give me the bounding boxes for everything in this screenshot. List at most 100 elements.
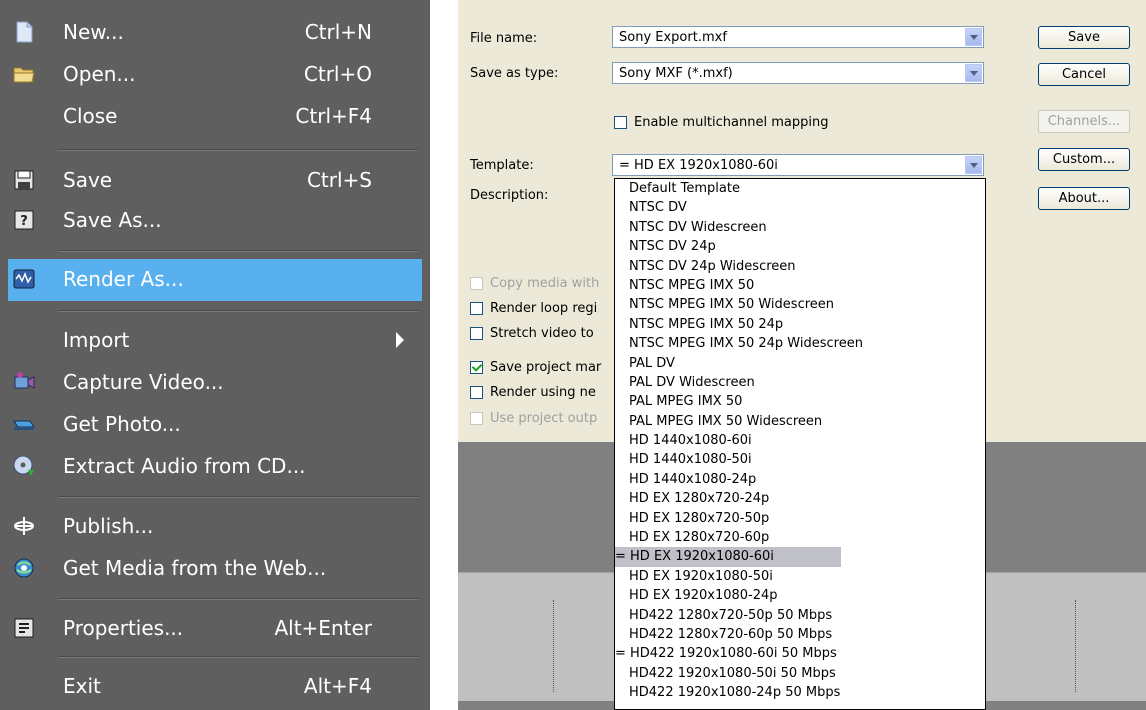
template-option[interactable]: PAL MPEG IMX 50 (615, 392, 985, 411)
template-option[interactable]: HD 1440x1080-60i (615, 431, 985, 450)
cancel-button[interactable]: Cancel (1038, 63, 1130, 86)
save-as-type-select[interactable]: Sony MXF (*.mxf) (612, 62, 984, 84)
menu-item-import[interactable]: Import (8, 320, 422, 362)
template-select[interactable]: = HD EX 1920x1080-60i (612, 154, 984, 176)
render-icon (12, 267, 36, 291)
menu-item-get-media-web[interactable]: Get Media from the Web... (8, 548, 422, 590)
save-button[interactable]: Save (1038, 26, 1130, 49)
option-checkbox[interactable] (470, 412, 483, 425)
option-label: Use project outp (490, 411, 598, 426)
menu-item-label: Save (63, 168, 113, 192)
template-dropdown-list[interactable]: Default Template NTSC DV NTSC DV Widescr… (614, 178, 986, 710)
menu-separator (58, 496, 418, 498)
svg-text:?: ? (20, 214, 28, 229)
menu-item-extract-audio[interactable]: Extract Audio from CD... (8, 446, 422, 488)
menu-item-label: Capture Video... (63, 370, 224, 394)
timeline-marker (1075, 600, 1076, 692)
template-option[interactable]: HD EX 1280x720-24p (615, 489, 985, 508)
chevron-down-icon[interactable] (965, 156, 982, 174)
template-option[interactable]: HD 1440x1080-24p (615, 470, 985, 489)
menu-shortcut: Ctrl+N (304, 20, 372, 44)
template-option[interactable]: Default Template (615, 179, 985, 198)
template-option[interactable]: HD 1440x1080-50i (615, 450, 985, 469)
floppy-disk-icon (12, 168, 36, 192)
menu-shortcut: Ctrl+F4 (295, 104, 372, 128)
option-label: Save project mar (490, 360, 602, 375)
menu-item-render-as[interactable]: Render As... (8, 259, 422, 301)
option-checkbox[interactable] (470, 327, 483, 340)
option-checkbox[interactable] (470, 277, 483, 290)
template-option[interactable]: NTSC MPEG IMX 50 (615, 276, 985, 295)
description-label: Description: (470, 188, 549, 203)
multichannel-checkbox[interactable] (614, 116, 627, 129)
template-option-selected[interactable]: = HD EX 1920x1080-60i (615, 547, 841, 567)
template-option[interactable]: PAL DV Widescreen (615, 373, 985, 392)
submenu-arrow-icon (396, 332, 404, 348)
menu-item-label: Properties... (63, 616, 184, 640)
menu-item-label: New... (63, 20, 124, 44)
menu-separator (58, 598, 418, 600)
template-option[interactable]: NTSC MPEG IMX 50 24p Widescreen (615, 334, 985, 353)
folder-open-icon (12, 62, 36, 86)
custom-button[interactable]: Custom... (1038, 148, 1130, 171)
menu-item-capture-video[interactable]: Capture Video... (8, 362, 422, 404)
about-button[interactable]: About... (1038, 187, 1130, 210)
template-option[interactable]: NTSC MPEG IMX 50 Widescreen (615, 295, 985, 314)
template-option[interactable]: NTSC MPEG IMX 50 24p (615, 315, 985, 334)
menu-item-open[interactable]: Open... Ctrl+O (8, 54, 422, 96)
chevron-down-icon[interactable] (965, 28, 982, 46)
save-as-icon: ? (12, 208, 36, 232)
menu-shortcut: Alt+Enter (274, 616, 372, 640)
menu-item-exit[interactable]: Exit Alt+F4 (8, 666, 422, 708)
template-option[interactable]: NTSC DV Widescreen (615, 218, 985, 237)
template-option[interactable]: NTSC DV 24p Widescreen (615, 257, 985, 276)
file-name-field[interactable]: Sony Export.mxf (612, 26, 984, 48)
option-checkbox[interactable] (470, 302, 483, 315)
menu-item-label: Import (63, 328, 130, 352)
template-option[interactable]: PAL DV (615, 354, 985, 373)
template-option[interactable]: HD422 1280x720-60p 50 Mbps (615, 625, 985, 644)
option-label: Render using ne (490, 385, 596, 400)
channels-button[interactable]: Channels... (1038, 110, 1130, 133)
template-option[interactable]: HD EX 1920x1080-50i (615, 567, 985, 586)
menu-shortcut: Ctrl+O (303, 62, 372, 86)
timeline-marker (553, 600, 554, 692)
template-option[interactable]: HD422 1920x1080-24p 50 Mbps (615, 683, 985, 702)
menu-shortcut: Alt+F4 (303, 674, 372, 698)
menu-item-save[interactable]: Save Ctrl+S (8, 160, 422, 202)
menu-item-new[interactable]: New... Ctrl+N (8, 12, 422, 54)
menu-item-close[interactable]: Close Ctrl+F4 (8, 96, 422, 138)
menu-item-properties[interactable]: Properties... Alt+Enter (8, 608, 422, 650)
template-option[interactable]: HD EX 1920x1080-24p (615, 586, 985, 605)
properties-icon (12, 616, 36, 640)
template-option[interactable]: HD422 1280x720-50p 50 Mbps (615, 606, 985, 625)
template-option[interactable]: HD EX 1280x720-50p (615, 509, 985, 528)
menu-item-save-as[interactable]: ? Save As... (8, 200, 422, 242)
menu-item-publish[interactable]: Publish... (8, 506, 422, 548)
menu-item-label: Save As... (63, 208, 162, 232)
menu-separator (58, 656, 418, 658)
save-as-type-label: Save as type: (470, 66, 559, 81)
multichannel-label: Enable multichannel mapping (634, 115, 829, 130)
menu-item-label: Open... (63, 62, 136, 86)
save-as-type-value: Sony MXF (*.mxf) (619, 66, 733, 81)
template-option[interactable]: NTSC DV 24p (615, 237, 985, 256)
menu-item-label: Close (63, 104, 118, 128)
option-checkbox-checked[interactable] (470, 361, 483, 374)
template-option[interactable]: = HD422 1920x1080-60i 50 Mbps (615, 644, 985, 663)
file-menu: New... Ctrl+N Open... Ctrl+O Close Ctrl+… (0, 0, 430, 710)
template-option[interactable]: PAL MPEG IMX 50 Widescreen (615, 412, 985, 431)
template-option[interactable]: HD EX 1280x720-60p (615, 528, 985, 547)
menu-item-label: Exit (63, 674, 101, 698)
menu-item-label: Get Media from the Web... (63, 556, 327, 580)
capture-camera-icon (12, 370, 36, 394)
cd-extract-icon (12, 454, 36, 478)
option-checkbox[interactable] (470, 386, 483, 399)
template-label: Template: (470, 158, 534, 173)
file-name-value: Sony Export.mxf (619, 30, 727, 45)
menu-separator (58, 149, 418, 151)
menu-item-get-photo[interactable]: Get Photo... (8, 404, 422, 446)
template-option[interactable]: NTSC DV (615, 198, 985, 217)
template-option[interactable]: HD422 1920x1080-50i 50 Mbps (615, 664, 985, 683)
chevron-down-icon[interactable] (965, 64, 982, 82)
